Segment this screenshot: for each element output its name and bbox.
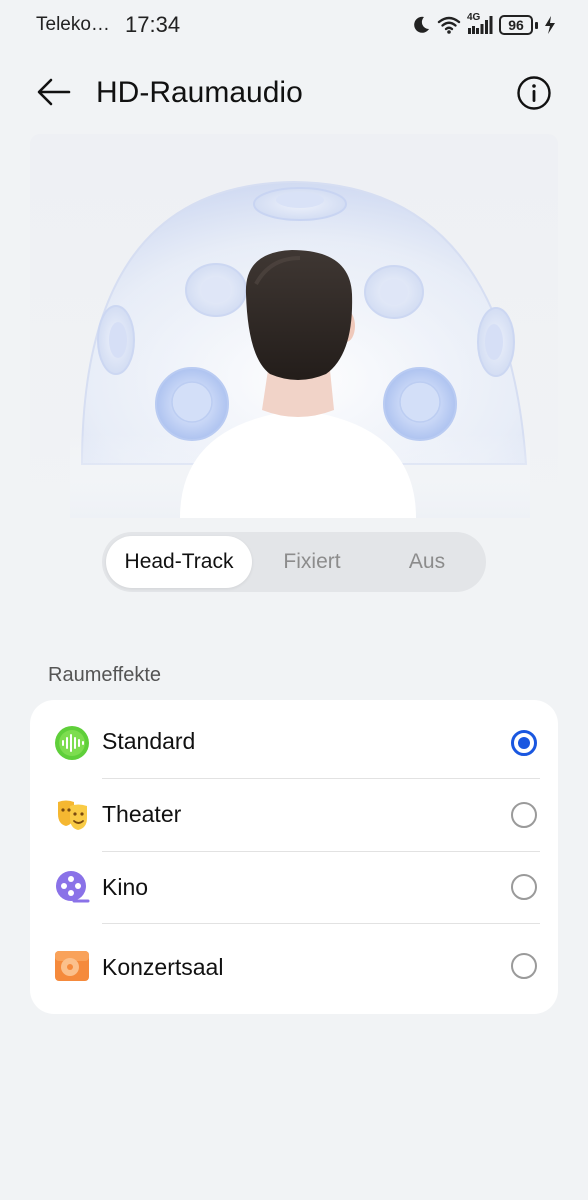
battery-level: 96: [499, 15, 533, 35]
status-icons: 4G 96: [411, 12, 556, 38]
clock: 17:34: [125, 12, 181, 37]
mode-option-fixiert[interactable]: Fixiert: [252, 536, 372, 588]
info-button[interactable]: [516, 75, 552, 111]
effect-label-kino: Kino: [102, 874, 149, 900]
battery-tip: [535, 21, 538, 29]
spatial-audio-illustration: [30, 134, 558, 518]
info-circle-icon: [516, 76, 552, 115]
soundwave-icon: [54, 725, 90, 761]
theater-masks-icon: [54, 796, 90, 832]
charging-icon: [544, 15, 556, 35]
signal-icon: 4G: [467, 12, 493, 36]
effect-option-konzertsaal[interactable]: Konzertsaal: [30, 924, 558, 1008]
radio-theater[interactable]: [511, 802, 537, 828]
mode-option-head-track[interactable]: Head-Track: [106, 536, 252, 588]
mode-option-aus[interactable]: Aus: [372, 536, 482, 588]
film-reel-icon: [54, 869, 90, 905]
moon-icon: [411, 15, 431, 35]
section-title: Raumeffekte: [48, 664, 162, 686]
app-header: HD-Raumaudio: [0, 62, 588, 124]
radio-standard[interactable]: [511, 730, 537, 756]
arrow-left-icon: [37, 78, 71, 111]
carrier-name: Teleko…: [36, 14, 110, 35]
room-effects-list: Standard Theater Kino Konzertsaal: [30, 700, 558, 1014]
effect-label-theater: Theater: [102, 801, 182, 827]
wifi-icon: [437, 15, 461, 35]
effect-option-theater[interactable]: Theater: [30, 779, 558, 851]
effect-option-kino[interactable]: Kino: [30, 852, 558, 924]
battery-icon: 96: [499, 15, 538, 35]
effect-label-konzertsaal: Konzertsaal: [102, 954, 224, 980]
radio-kino[interactable]: [511, 874, 537, 900]
spatial-audio-graphic: [70, 180, 530, 518]
head-tracking-mode-selector: Head-Track Fixiert Aus: [102, 532, 486, 592]
back-button[interactable]: [34, 74, 74, 114]
effect-label-standard: Standard: [102, 728, 196, 754]
radio-konzertsaal[interactable]: [511, 953, 537, 979]
page-title: HD-Raumaudio: [96, 76, 303, 109]
effect-option-standard[interactable]: Standard: [30, 700, 558, 778]
concert-hall-icon: [54, 948, 90, 984]
status-bar: Teleko… 17:34 4G 96: [0, 0, 588, 50]
